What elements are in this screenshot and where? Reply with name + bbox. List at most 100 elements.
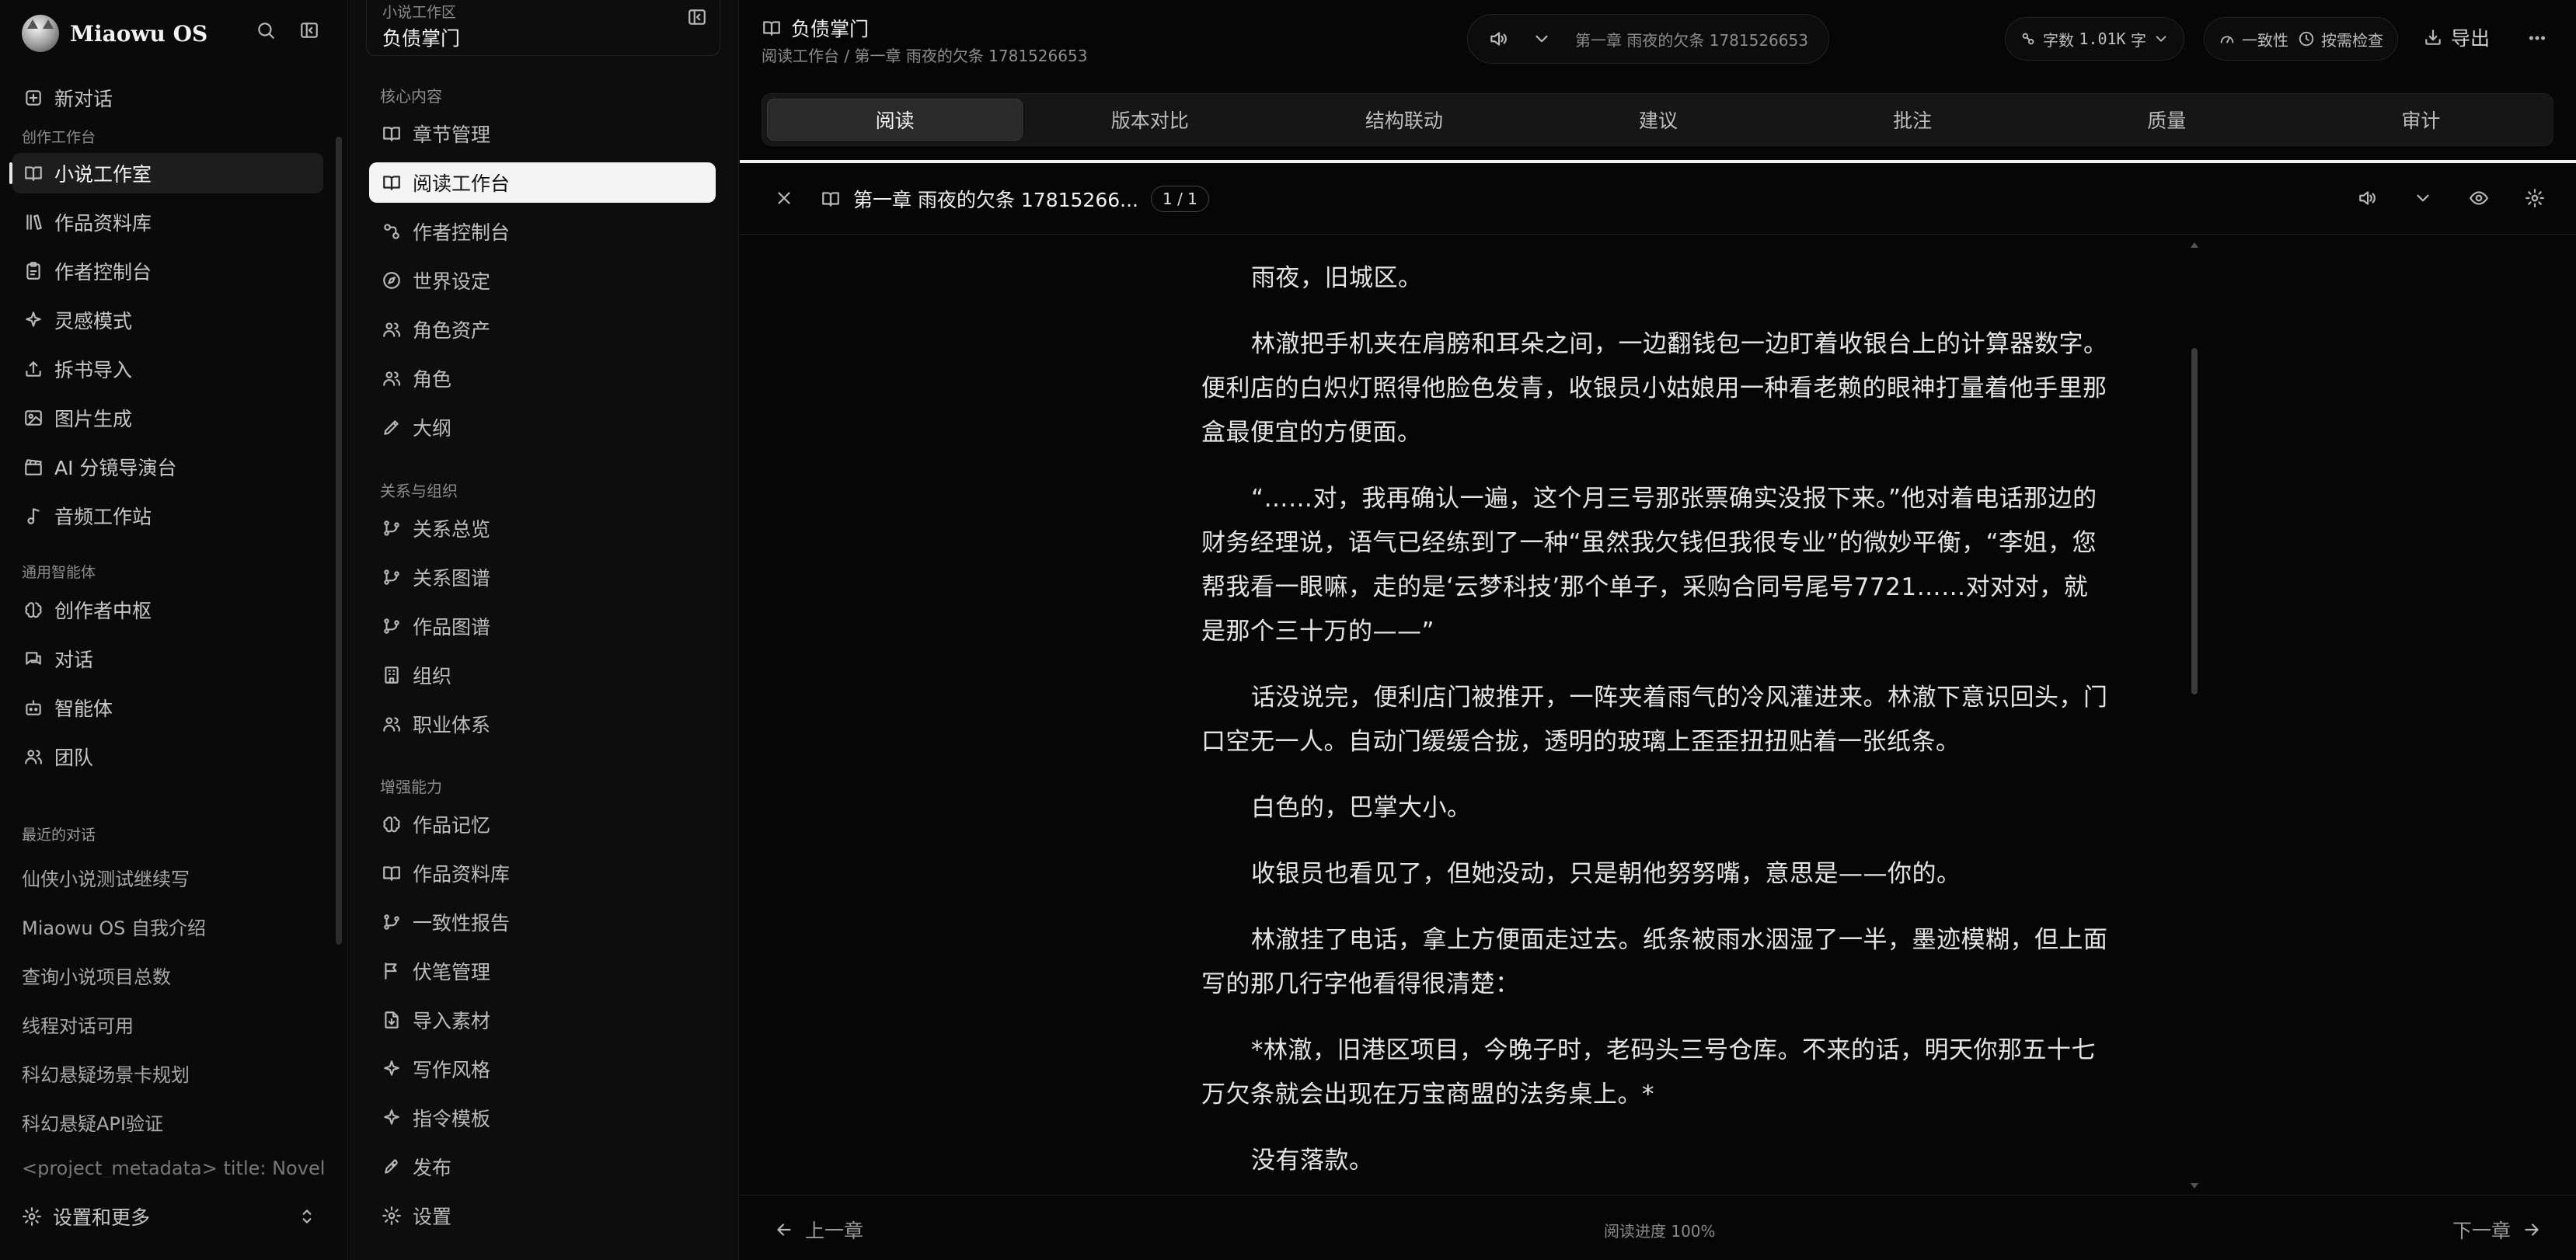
- word-count-selector[interactable]: 字数 1.01K 字: [2005, 17, 2184, 61]
- sparkle-icon: [382, 1059, 402, 1079]
- close-icon[interactable]: [774, 188, 794, 208]
- scroll-up-arrow[interactable]: [2191, 242, 2198, 248]
- paragraph: *林澈，旧港区项目，今晚子时，老码头三号仓库。不来的话，明天你那五十七万欠条就会…: [1201, 1036, 2096, 1109]
- recent-chat-item[interactable]: 科幻悬疑API验证: [22, 1109, 325, 1136]
- page-title: 负债掌门: [762, 14, 869, 42]
- panel-item-author-console[interactable]: 作者控制台: [369, 211, 716, 252]
- sidebar-item-storyboard[interactable]: AI 分镜导演台: [12, 447, 323, 487]
- chevron-down-icon[interactable]: [2413, 188, 2433, 208]
- consistency-check-pill[interactable]: 一致性 按需检查: [2204, 17, 2398, 61]
- panel-item-work-memory[interactable]: 作品记忆: [369, 804, 716, 844]
- audio-chapter-label: 第一章 雨夜的欠条 1781526653: [1575, 30, 1808, 50]
- reader-scrollbar[interactable]: [2191, 242, 2198, 1189]
- tab-annotations[interactable]: 批注: [1786, 99, 2040, 141]
- sidebar-item-chat[interactable]: 对话: [12, 639, 323, 679]
- speaker-icon[interactable]: [1488, 29, 1508, 49]
- panel-item-writing-style[interactable]: 写作风格: [369, 1049, 716, 1089]
- panel-item-label: 作品资料库: [413, 863, 511, 886]
- panel-item-label: 关系图谱: [413, 567, 491, 590]
- sidebar-item-label: 图片生成: [54, 408, 133, 430]
- word-count-unit: 字: [2130, 30, 2146, 50]
- panel-item-publish[interactable]: 发布: [369, 1147, 716, 1187]
- recent-chat-item[interactable]: 科幻悬疑场景卡规划: [22, 1060, 325, 1087]
- sidebar-item-label: 作品资料库: [54, 212, 152, 235]
- recent-chat-item[interactable]: Miaowu OS 自我介绍: [22, 913, 325, 940]
- word-count-prefix: 字数: [2043, 30, 2074, 50]
- more-options-icon[interactable]: [2527, 28, 2547, 48]
- collapse-sidebar-icon[interactable]: [299, 20, 319, 40]
- tab-structure-link[interactable]: 结构联动: [1277, 99, 1531, 141]
- panel-item-consistency-report[interactable]: 一致性报告: [369, 902, 716, 942]
- panel-item-label: 组织: [413, 665, 452, 687]
- panel-item-settings[interactable]: 设置: [369, 1196, 716, 1236]
- book-icon: [382, 124, 402, 144]
- panel-item-work-library[interactable]: 作品资料库: [369, 853, 716, 893]
- panel-item-work-graph[interactable]: 作品图谱: [369, 606, 716, 646]
- sidebar-item-book-import[interactable]: 拆书导入: [12, 349, 323, 389]
- sidebar-item-inspiration[interactable]: 灵感模式: [12, 300, 323, 340]
- section-core-label: 核心内容: [380, 87, 442, 106]
- panel-item-import-material[interactable]: 导入素材: [369, 1000, 716, 1040]
- chevron-down-icon[interactable]: [1532, 29, 1552, 49]
- gauge-icon: [2219, 30, 2236, 47]
- panel-item-character-assets[interactable]: 角色资产: [369, 309, 716, 350]
- tab-suggestions[interactable]: 建议: [1531, 99, 1785, 141]
- export-button[interactable]: 导出: [2423, 23, 2490, 51]
- sidebar-item-author-console[interactable]: 作者控制台: [12, 251, 323, 291]
- panel-item-chapters[interactable]: 章节管理: [369, 113, 716, 154]
- panel-item-reading-workbench[interactable]: 阅读工作台: [369, 162, 716, 203]
- eye-icon[interactable]: [2469, 188, 2489, 208]
- tab-audit[interactable]: 审计: [2294, 99, 2548, 141]
- recent-chat-item[interactable]: 查询小说项目总数: [22, 962, 325, 989]
- sidebar-item-team[interactable]: 团队: [12, 736, 323, 777]
- brand[interactable]: Miaowu OS: [22, 14, 207, 53]
- consistency-label: 一致性: [2242, 30, 2288, 50]
- sidebar-item-audio[interactable]: 音频工作站: [12, 496, 323, 536]
- main-content: 负债掌门 阅读工作台 / 第一章 雨夜的欠条 1781526653 第一章 雨夜…: [740, 0, 2576, 1260]
- sidebar-item-creator-hub[interactable]: 创作者中枢: [12, 590, 323, 630]
- panel-item-career-system[interactable]: 职业体系: [369, 704, 716, 744]
- search-icon[interactable]: [256, 20, 276, 40]
- sparkle-link-icon: [2020, 30, 2037, 47]
- paragraph: 林澈把手机夹在肩膀和耳朵之间，一边翻钱包一边盯着收银台上的计算器数字。便利店的白…: [1201, 330, 2108, 447]
- app-name: Miaowu OS: [70, 20, 208, 47]
- recent-chat-item[interactable]: 仙侠小说测试继续写: [22, 864, 325, 891]
- recent-chat-item[interactable]: 线程对话可用: [22, 1011, 325, 1038]
- panel-item-relation-graph[interactable]: 关系图谱: [369, 557, 716, 597]
- breadcrumb-item[interactable]: 阅读工作台: [762, 47, 839, 65]
- breadcrumb-item: 第一章 雨夜的欠条 1781526653: [854, 47, 1088, 65]
- next-chapter-button[interactable]: 下一章: [2452, 1216, 2542, 1244]
- panel-item-relation-overview[interactable]: 关系总览: [369, 508, 716, 548]
- scroll-thumb[interactable]: [2191, 348, 2198, 694]
- sidebar-item-label: 小说工作室: [54, 163, 152, 186]
- sidebar-item-image-gen[interactable]: 图片生成: [12, 398, 323, 438]
- recent-chat-item[interactable]: <project_metadata> title: Novel To...: [22, 1157, 325, 1178]
- speaker-icon[interactable]: [2357, 188, 2377, 208]
- panel-item-organization[interactable]: 组织: [369, 655, 716, 695]
- panel-item-characters[interactable]: 角色: [369, 358, 716, 399]
- panel-item-prompt-templates[interactable]: 指令模板: [369, 1098, 716, 1138]
- sidebar-item-novel-studio[interactable]: 小说工作室: [9, 153, 323, 193]
- sidebar-item-library[interactable]: 作品资料库: [12, 202, 323, 242]
- gear-icon[interactable]: [2525, 188, 2545, 208]
- gear-icon: [22, 1206, 42, 1227]
- panel-item-label: 导入素材: [413, 1010, 491, 1032]
- panel-item-outline[interactable]: 大纲: [369, 407, 716, 447]
- panel-item-world-setting[interactable]: 世界设定: [369, 260, 716, 301]
- sidebar-item-agents[interactable]: 智能体: [12, 687, 323, 728]
- settings-and-more-button[interactable]: 设置和更多: [12, 1196, 331, 1237]
- panel-item-label: 作品图谱: [413, 616, 491, 639]
- panel-item-label: 写作风格: [413, 1059, 491, 1081]
- prev-chapter-button[interactable]: 上一章: [774, 1216, 863, 1244]
- collapse-panel-icon[interactable]: [687, 7, 707, 27]
- book-icon: [382, 863, 402, 883]
- panel-item-foreshadowing[interactable]: 伏笔管理: [369, 951, 716, 991]
- app-logo: [22, 15, 59, 52]
- tab-read[interactable]: 阅读: [767, 99, 1023, 141]
- new-chat-button[interactable]: 新对话: [12, 78, 323, 118]
- tab-quality[interactable]: 质量: [2040, 99, 2294, 141]
- scroll-down-arrow[interactable]: [2191, 1183, 2198, 1189]
- tab-version-compare[interactable]: 版本对比: [1023, 99, 1277, 141]
- sidebar-scrollbar[interactable]: [336, 137, 342, 945]
- download-icon: [2423, 27, 2443, 47]
